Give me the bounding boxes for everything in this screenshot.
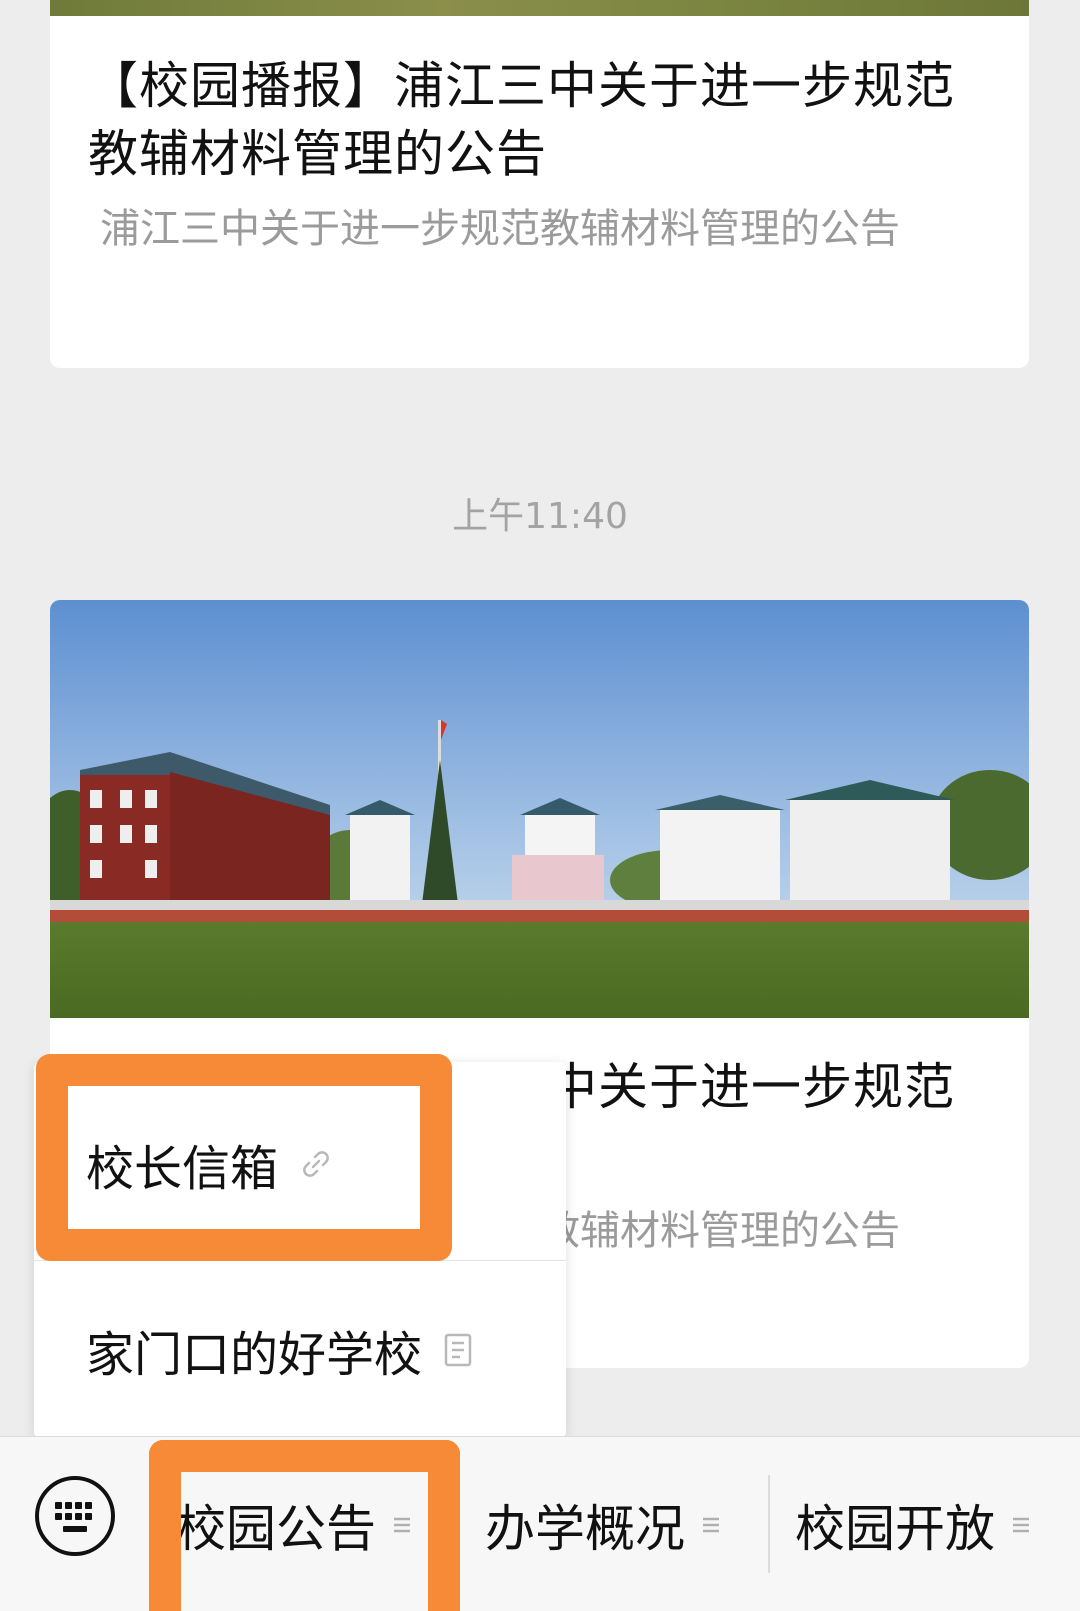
submenu-popup: 校长信箱 家门口的好学校 [34,1062,566,1438]
submenu-item-label: 家门口的好学校 [86,1327,423,1383]
article-card-previous[interactable]: 【校园播报】浦江三中关于进一步规范教辅材料管理的公告 浦江三中关于进一步规范教辅… [50,0,1029,368]
menu-separator [768,1475,770,1573]
article-digest: 浦江三中关于进一步规范教辅材料管理的公告 [100,206,900,252]
submenu-item-label: 校长信箱 [86,1141,279,1197]
menu-lines-icon [701,1514,721,1536]
menu-item-label: 校园开放 [795,1499,995,1558]
menu-item-label: 校园公告 [176,1499,376,1558]
menu-item-school-overview[interactable]: 办学概况 [485,1437,721,1611]
menu-item-campus-notice[interactable]: 校园公告 [176,1437,412,1611]
keyboard-icon[interactable] [33,1474,117,1558]
article-title: 【校园播报】浦江三中关于进一步规范教辅材料管理的公告 [88,57,955,183]
link-icon [300,1148,332,1180]
submenu-divider [34,1260,566,1261]
article-cover-image [50,0,1029,16]
message-timestamp: 上午11:40 [452,496,628,537]
menu-item-campus-open[interactable]: 校园开放 [795,1437,1031,1611]
submenu-item-good-school[interactable]: 家门口的好学校 [34,1262,566,1438]
menu-lines-icon [1011,1514,1031,1536]
menu-separator [457,1475,459,1573]
menu-lines-icon [392,1514,412,1536]
article-cover-image [50,600,1029,1018]
bottom-menu-bar: 校园公告 办学概况 校园开放 [0,1436,1080,1611]
article-icon [444,1333,472,1367]
submenu-item-principal-mailbox[interactable]: 校长信箱 [34,1076,566,1252]
menu-item-label: 办学概况 [485,1499,685,1558]
